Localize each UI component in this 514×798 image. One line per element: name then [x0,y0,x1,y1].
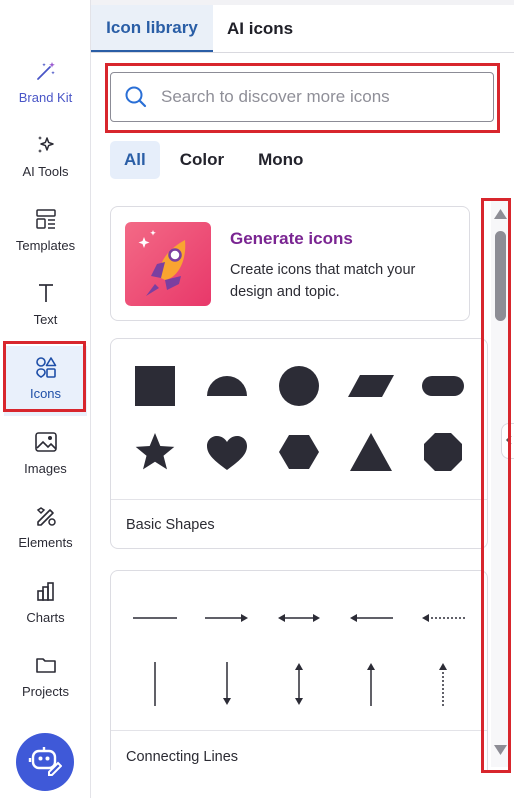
scroll-up-arrow-icon[interactable] [493,207,508,225]
sidebar-item-ai-tools[interactable]: AI Tools [4,124,87,194]
octagon-shape-icon[interactable] [407,419,479,485]
sidebar-item-images[interactable]: Images [4,421,87,491]
section-divider [111,499,487,500]
sidebar-item-icons[interactable]: Icons [4,346,87,416]
sidebar-item-charts[interactable]: Charts [4,570,87,640]
half-circle-shape-icon[interactable] [191,353,263,419]
section-divider [111,730,487,731]
connecting-lines-section: Connecting Lines [110,570,488,770]
heart-shape-icon[interactable] [191,419,263,485]
panel-scrollbar[interactable] [491,201,510,767]
sidebar-item-templates[interactable]: Templates [4,198,87,268]
sidebar-item-text[interactable]: Text [4,272,87,342]
vertical-double-arrow-icon[interactable] [263,651,335,717]
filter-chips: All Color Mono [110,141,317,179]
folder-icon [33,652,59,678]
up-arrow-icon[interactable] [335,651,407,717]
horizontal-line-icon[interactable] [119,585,191,651]
left-sidebar: Brand Kit AI Tools Templates Text Icons … [0,0,91,798]
basic-shapes-label: Basic Shapes [126,517,215,533]
sidebar-item-label: AI Tools [22,164,69,179]
sidebar-item-elements[interactable]: Elements [4,495,87,565]
shapes-icon [33,354,59,380]
templates-icon [33,206,59,232]
ai-assistant-button[interactable] [16,733,74,791]
search-field[interactable] [110,72,494,122]
sidebar-item-label: Charts [26,610,65,625]
sidebar-item-projects[interactable]: Projects [4,644,87,714]
collapse-panel-handle[interactable] [501,423,514,459]
elements-icon [33,503,59,529]
star-shape-icon[interactable] [119,419,191,485]
icon-panel: Icon library AI icons All Color Mono Gen… [91,0,514,798]
sidebar-item-brand-kit[interactable]: Brand Kit [4,50,87,120]
tab-ai-icons[interactable]: AI icons [227,5,293,52]
triangle-shape-icon[interactable] [335,419,407,485]
panel-tabs: Icon library AI icons [91,5,514,53]
magic-wand-icon [33,58,59,84]
generate-icons-title: Generate icons [230,229,353,248]
image-icon [33,429,59,455]
double-arrow-icon[interactable] [263,585,335,651]
generate-icons-description: Create icons that match your design and … [230,262,416,300]
sidebar-item-label: Images [24,461,67,476]
tab-icon-library[interactable]: Icon library [91,5,213,52]
bar-chart-icon [33,578,59,604]
pill-shape-icon[interactable] [407,353,479,419]
vertical-line-icon[interactable] [119,651,191,717]
text-icon [33,280,59,306]
right-arrow-icon[interactable] [191,585,263,651]
circle-shape-icon[interactable] [263,353,335,419]
filter-color[interactable]: Color [166,141,238,179]
generate-icons-image [125,222,211,306]
search-input[interactable] [161,87,481,107]
sidebar-item-label: Elements [18,535,73,550]
down-arrow-icon[interactable] [191,651,263,717]
sparkles-icon [33,132,59,158]
parallelogram-shape-icon[interactable] [335,353,407,419]
rocket-icon [138,230,186,296]
hexagon-shape-icon[interactable] [263,419,335,485]
scroll-down-arrow-icon[interactable] [493,743,508,761]
connecting-lines-label: Connecting Lines [126,749,239,765]
filter-mono[interactable]: Mono [244,141,317,179]
sidebar-item-label: Brand Kit [18,90,73,105]
scrollbar-thumb[interactable] [495,231,506,321]
basic-shapes-section: Basic Shapes [110,338,488,549]
chevron-left-icon [505,432,513,450]
sidebar-item-label: Text [33,312,58,327]
dotted-up-arrow-icon[interactable] [407,651,479,717]
left-arrow-icon[interactable] [335,585,407,651]
sidebar-item-label: Projects [22,684,69,699]
dotted-left-arrow-icon[interactable] [407,585,479,651]
ai-assistant-bot-icon [28,743,63,782]
generate-icons-card[interactable]: Generate icons Create icons that match y… [110,206,470,321]
filter-all[interactable]: All [110,141,160,179]
search-icon [123,84,149,110]
sidebar-item-label: Templates [15,238,76,253]
sidebar-item-label: Icons [29,386,62,401]
square-shape-icon[interactable] [119,353,191,419]
